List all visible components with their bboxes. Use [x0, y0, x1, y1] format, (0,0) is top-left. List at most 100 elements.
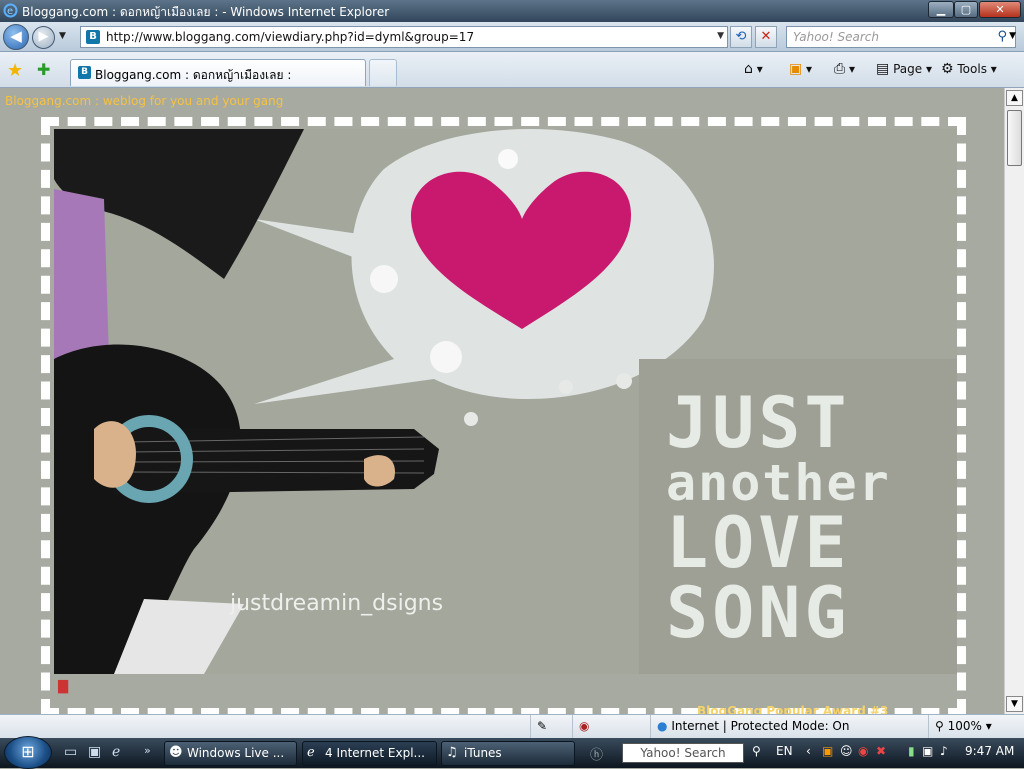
award-text[interactable]: BlogGang Popular Award #3	[697, 704, 888, 714]
site-tagline-link[interactable]: Bloggang.com : weblog for you and your g…	[5, 94, 283, 108]
artist-watermark: justdreamin_dsigns	[230, 591, 444, 616]
close-icon: ✕	[995, 3, 1005, 16]
site-favicon-icon: B	[86, 30, 100, 44]
forward-button[interactable]: ▶	[32, 26, 55, 49]
forward-arrow-icon: ▶	[38, 29, 49, 44]
scroll-up-button[interactable]: ▲	[1006, 90, 1023, 106]
tools-menu-label: Tools	[957, 62, 987, 76]
home-button[interactable]: ⌂ ▾	[744, 61, 763, 77]
tray-expand-icon[interactable]: ‹	[806, 744, 811, 758]
home-icon: ⌂	[744, 61, 753, 77]
favorites-star-icon[interactable]: ★	[7, 60, 23, 81]
zoom-icon: ⚲	[935, 719, 944, 733]
globe-icon: ●	[657, 719, 668, 733]
quick-launch-ie-icon[interactable]: ℯ	[112, 744, 120, 760]
close-window-button[interactable]: ✕	[979, 1, 1021, 18]
tab-label: Bloggang.com : ดอกหญ้าเมืองเลย :	[95, 68, 292, 82]
address-dropdown-icon[interactable]: ▼	[717, 31, 724, 41]
show-desktop-icon[interactable]: ▭	[64, 744, 77, 760]
art-line-3: LOVE	[666, 502, 851, 584]
status-bar: ✎ ◉ ● Internet | Protected Mode: On ⚲ 10…	[0, 714, 1024, 739]
new-tab-button[interactable]	[369, 59, 397, 86]
taskbar-button-label: iTunes	[464, 746, 502, 760]
zoom-level: 100%	[947, 719, 982, 733]
page-menu[interactable]: ▤ Page ▾	[876, 61, 932, 77]
messenger-icon: ☻	[169, 745, 183, 760]
tools-menu[interactable]: ⚙ Tools ▾	[941, 61, 997, 77]
search-provider-dropdown-icon[interactable]: ▼	[1009, 31, 1016, 41]
taskbar-windows-live[interactable]: ☻ Windows Live ...	[164, 741, 297, 766]
art-line-1: JUST	[666, 382, 851, 464]
window-title: Bloggang.com : ดอกหญ้าเมืองเลย : - Windo…	[22, 5, 390, 19]
taskbar-itunes[interactable]: ♫ iTunes	[441, 741, 575, 766]
svg-text:e: e	[7, 6, 13, 17]
back-arrow-icon: ◀	[10, 27, 22, 45]
page-content: Bloggang.com : weblog for you and your g…	[0, 88, 1004, 714]
scroll-down-button[interactable]: ▼	[1006, 696, 1023, 712]
love-song-title-art: JUST another LOVE SONG	[666, 388, 966, 648]
tray-security-icon[interactable]: ✖	[876, 744, 886, 758]
printer-icon: ⎙	[834, 61, 846, 77]
maximize-icon: ▢	[960, 3, 972, 16]
back-button[interactable]: ◀	[3, 24, 29, 50]
ie-taskbar-icon: ℯ	[307, 745, 315, 760]
privacy-eye-icon: ◉	[579, 719, 590, 733]
tab-favicon-icon: B	[78, 66, 91, 79]
stop-icon: ✕	[760, 29, 772, 44]
taskbar-button-label: Windows Live ...	[187, 746, 285, 760]
taskbar-internet-explorer[interactable]: ℯ 4 Internet Expl...	[302, 741, 437, 766]
refresh-button[interactable]: ⟲	[730, 26, 752, 48]
tray-users-icon[interactable]: ☺	[840, 744, 853, 758]
tray-alert-icon[interactable]: ◉	[858, 744, 868, 758]
page-menu-label: Page	[893, 62, 923, 76]
taskbar-button-label: 4 Internet Expl...	[325, 746, 425, 760]
taskbar-search-icon[interactable]: ⚲	[752, 744, 761, 758]
rss-feed-icon: ▣	[789, 61, 803, 77]
download-status-icon: ✎	[537, 719, 548, 733]
taskbar-yahoo-search[interactable]: Yahoo! Search	[622, 743, 744, 763]
window-titlebar: e Bloggang.com : ดอกหญ้าเมืองเลย : - Win…	[0, 0, 1024, 22]
search-input[interactable]: Yahoo! Search	[793, 30, 879, 44]
quick-launch-more-icon[interactable]: »	[144, 744, 151, 757]
stats-bar-icon[interactable]: ▇	[58, 679, 68, 694]
print-button[interactable]: ⎙ ▾	[834, 61, 855, 77]
add-favorites-icon[interactable]: ✚	[37, 60, 50, 79]
privacy-cell[interactable]: ◉	[572, 715, 650, 739]
status-progress-cell: ✎	[530, 715, 572, 739]
clock[interactable]: 9:47 AM	[965, 744, 1014, 758]
navigation-bar: ◀ ▶ ▼ B http://www.bloggang.com/viewdiar…	[0, 22, 1024, 52]
recent-pages-dropdown[interactable]: ▼	[59, 31, 66, 41]
windows-logo-icon: ⊞	[21, 742, 35, 761]
tray-battery-icon[interactable]: ▮	[908, 744, 915, 758]
address-url[interactable]: http://www.bloggang.com/viewdiary.php?id…	[106, 30, 474, 44]
start-button[interactable]: ⊞	[4, 736, 52, 769]
switch-windows-icon[interactable]: ▣	[88, 744, 101, 760]
tab-bloggang[interactable]: B Bloggang.com : ดอกหญ้าเมืองเลย :	[70, 59, 366, 86]
tray-network-icon[interactable]: ▣	[922, 744, 933, 758]
address-bar[interactable]: B http://www.bloggang.com/viewdiary.php?…	[80, 26, 728, 48]
stop-button[interactable]: ✕	[755, 26, 777, 48]
art-line-4: SONG	[666, 572, 851, 654]
maximize-button[interactable]: ▢	[954, 1, 978, 18]
itunes-icon: ♫	[446, 745, 458, 760]
security-zone-label: Internet | Protected Mode: On	[671, 719, 850, 733]
tray-app-icon[interactable]: ▣	[822, 744, 833, 758]
zoom-control[interactable]: ⚲ 100% ▾	[928, 715, 1024, 739]
tab-bar: ★ ✚ B Bloggang.com : ดอกหญ้าเมืองเลย : ⌂…	[0, 52, 1024, 88]
gear-icon: ⚙	[941, 61, 954, 77]
art-line-2: another	[666, 454, 891, 512]
tray-volume-icon[interactable]: ♪	[940, 744, 948, 758]
search-box[interactable]: Yahoo! Search ⚲ ▼	[786, 26, 1016, 48]
search-icon[interactable]: ⚲	[997, 29, 1007, 44]
hp-logo-icon[interactable]: ⓗ	[590, 744, 603, 763]
language-indicator[interactable]: EN	[776, 744, 793, 758]
windows-taskbar: ⊞ ▭ ▣ ℯ » ☻ Windows Live ... ℯ 4 Internet …	[0, 736, 1024, 769]
minimize-button[interactable]: ▁	[928, 1, 954, 18]
security-zone-cell[interactable]: ● Internet | Protected Mode: On	[650, 715, 928, 739]
feeds-button[interactable]: ▣ ▾	[789, 61, 812, 77]
vertical-scrollbar[interactable]: ▲ ▼	[1004, 88, 1024, 714]
page-icon: ▤	[876, 61, 890, 77]
scroll-thumb[interactable]	[1007, 110, 1022, 166]
refresh-icon: ⟲	[735, 29, 747, 44]
internet-explorer-icon: e	[3, 3, 18, 18]
